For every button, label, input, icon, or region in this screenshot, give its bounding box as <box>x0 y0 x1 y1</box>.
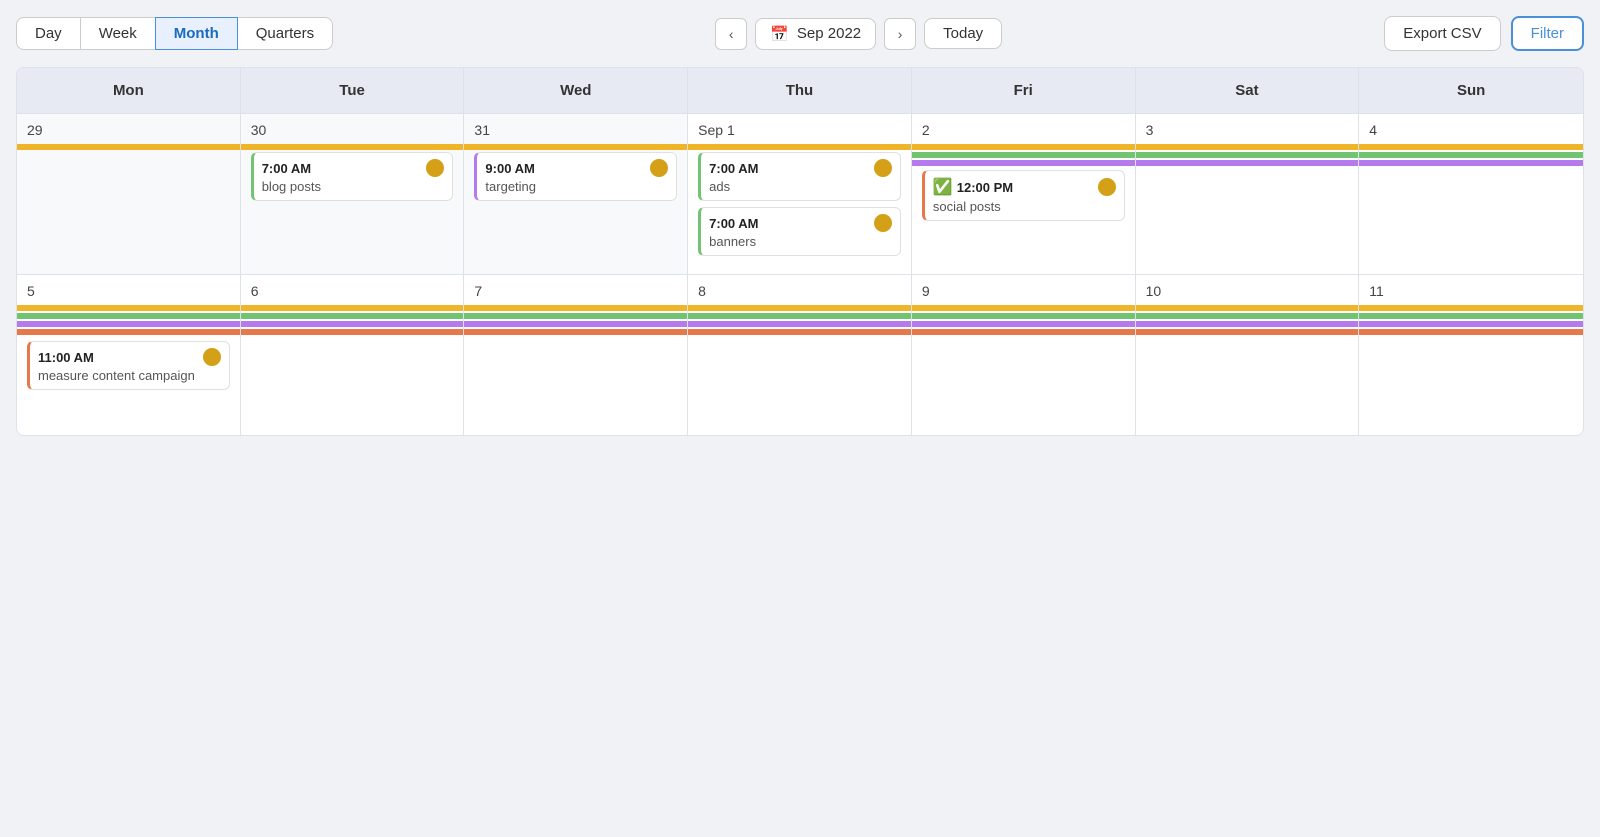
right-actions: Export CSV Filter <box>1384 16 1584 51</box>
event-name: blog posts <box>262 179 445 194</box>
date-31: 31 <box>474 122 677 138</box>
status-dot <box>874 214 892 232</box>
event-measure-content[interactable]: 11:00 AM measure content campaign <box>27 341 230 390</box>
next-month-button[interactable]: › <box>884 18 916 50</box>
header-sun: Sun <box>1359 68 1583 113</box>
tab-day[interactable]: Day <box>16 17 80 50</box>
today-button[interactable]: Today <box>924 18 1002 49</box>
prev-month-button[interactable]: ‹ <box>715 18 747 50</box>
month-label: 📅 Sep 2022 <box>755 18 876 50</box>
event-name: measure content campaign <box>38 368 221 383</box>
status-dot <box>1098 178 1116 196</box>
event-time: 7:00 AM <box>709 216 758 231</box>
cell-sep2[interactable]: 2 ✅ 12:00 PM social posts <box>912 114 1136 274</box>
event-name: social posts <box>933 199 1116 214</box>
date-7: 7 <box>474 283 677 299</box>
cell-sep1[interactable]: Sep 1 7:00 AM ads 7:00 AM banners <box>688 114 912 274</box>
calendar-body: 29 30 7:00 AM blog posts 31 <box>17 114 1583 435</box>
header-mon: Mon <box>17 68 241 113</box>
cell-sep8[interactable]: 8 <box>688 275 912 435</box>
event-name: banners <box>709 234 892 249</box>
cell-sep11[interactable]: 11 <box>1359 275 1583 435</box>
cell-sep6[interactable]: 6 <box>241 275 465 435</box>
header-fri: Fri <box>912 68 1136 113</box>
tab-quarters[interactable]: Quarters <box>237 17 333 50</box>
month-year-text: Sep 2022 <box>797 25 861 42</box>
date-5: 5 <box>27 283 230 299</box>
date-9: 9 <box>922 283 1125 299</box>
event-time: 7:00 AM <box>262 161 311 176</box>
header-thu: Thu <box>688 68 912 113</box>
event-name: ads <box>709 179 892 194</box>
event-blog-posts[interactable]: 7:00 AM blog posts <box>251 152 454 201</box>
cell-sep5[interactable]: 5 11:00 AM measure content campaign <box>17 275 241 435</box>
cell-aug30[interactable]: 30 7:00 AM blog posts <box>241 114 465 274</box>
event-ads[interactable]: 7:00 AM ads <box>698 152 901 201</box>
date-6: 6 <box>251 283 454 299</box>
event-banners[interactable]: 7:00 AM banners <box>698 207 901 256</box>
cell-aug29[interactable]: 29 <box>17 114 241 274</box>
date-29: 29 <box>27 122 230 138</box>
cell-sep10[interactable]: 10 <box>1136 275 1360 435</box>
date-2: 2 <box>922 122 1125 138</box>
date-30: 30 <box>251 122 454 138</box>
calendar-icon: 📅 <box>770 25 789 43</box>
date-10: 10 <box>1146 283 1349 299</box>
event-time: 7:00 AM <box>709 161 758 176</box>
calendar: Mon Tue Wed Thu Fri Sat Sun 29 30 7:00 A… <box>16 67 1584 436</box>
tab-month[interactable]: Month <box>155 17 238 50</box>
status-dot <box>650 159 668 177</box>
event-time: 11:00 AM <box>38 350 94 365</box>
status-dot <box>203 348 221 366</box>
cell-sep4[interactable]: 4 <box>1359 114 1583 274</box>
filter-button[interactable]: Filter <box>1511 16 1584 51</box>
event-targeting[interactable]: 9:00 AM targeting <box>474 152 677 201</box>
toolbar: Day Week Month Quarters ‹ 📅 Sep 2022 › T… <box>16 16 1584 51</box>
calendar-header: Mon Tue Wed Thu Fri Sat Sun <box>17 68 1583 114</box>
header-tue: Tue <box>241 68 465 113</box>
nav-controls: ‹ 📅 Sep 2022 › Today <box>715 18 1002 50</box>
event-time: 12:00 PM <box>957 180 1013 195</box>
cell-aug31[interactable]: 31 9:00 AM targeting <box>464 114 688 274</box>
header-sat: Sat <box>1136 68 1360 113</box>
date-3: 3 <box>1146 122 1349 138</box>
calendar-row-1: 29 30 7:00 AM blog posts 31 <box>17 114 1583 275</box>
view-tabs: Day Week Month Quarters <box>16 17 333 50</box>
calendar-row-2: 5 11:00 AM measure content campaign 6 <box>17 275 1583 435</box>
date-sep1: Sep 1 <box>698 122 901 138</box>
event-name: targeting <box>485 179 668 194</box>
date-8: 8 <box>698 283 901 299</box>
status-dot <box>426 159 444 177</box>
export-csv-button[interactable]: Export CSV <box>1384 16 1500 51</box>
date-4: 4 <box>1369 122 1573 138</box>
tab-week[interactable]: Week <box>80 17 155 50</box>
cell-sep7[interactable]: 7 <box>464 275 688 435</box>
cell-sep3[interactable]: 3 <box>1136 114 1360 274</box>
check-icon: ✅ <box>933 177 953 197</box>
header-wed: Wed <box>464 68 688 113</box>
event-time: 9:00 AM <box>485 161 534 176</box>
event-social-posts[interactable]: ✅ 12:00 PM social posts <box>922 170 1125 221</box>
cell-sep9[interactable]: 9 <box>912 275 1136 435</box>
date-11: 11 <box>1369 283 1573 299</box>
status-dot <box>874 159 892 177</box>
